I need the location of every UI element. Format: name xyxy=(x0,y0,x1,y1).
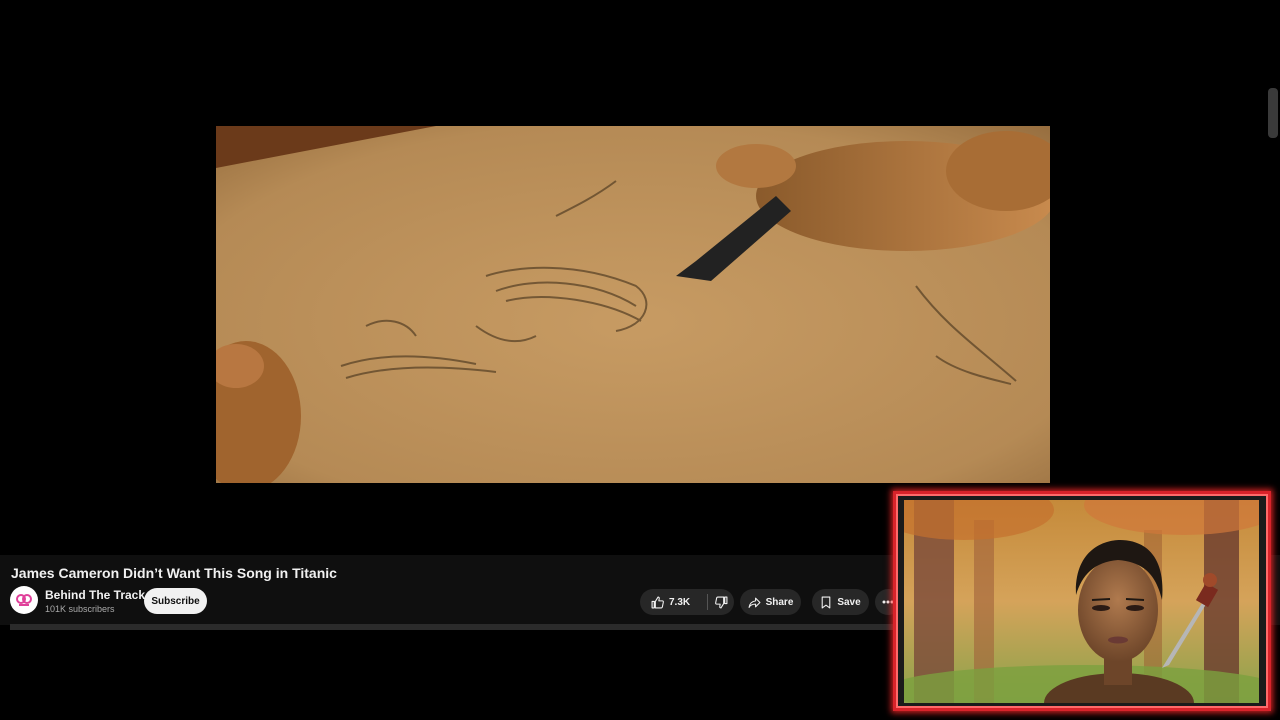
youtube-watch-page: James Cameron Didn’t Want This Song in T… xyxy=(0,0,1280,720)
like-button[interactable]: 7.3K xyxy=(640,589,701,615)
webcam-avatar-scene xyxy=(904,500,1259,703)
below-video-strip xyxy=(10,624,895,630)
channel-name[interactable]: Behind The Track xyxy=(45,588,145,602)
thumbs-up-icon xyxy=(651,596,664,609)
share-arrow-icon xyxy=(748,596,761,609)
share-button[interactable]: Share xyxy=(740,589,801,615)
thumbs-down-icon xyxy=(714,596,728,609)
save-button[interactable]: Save xyxy=(812,589,869,615)
share-label: Share xyxy=(765,596,794,608)
save-label: Save xyxy=(837,596,861,608)
channel-avatar[interactable] xyxy=(10,586,38,614)
video-player[interactable] xyxy=(216,126,1050,483)
subscriber-count: 101K subscribers xyxy=(45,604,115,614)
channel-logo-icon xyxy=(14,590,34,610)
streamer-webcam-overlay xyxy=(893,491,1271,711)
like-dislike-group: 7.3K xyxy=(640,589,734,615)
page-scrollbar[interactable] xyxy=(1268,88,1278,138)
video-title: James Cameron Didn’t Want This Song in T… xyxy=(11,565,337,581)
bookmark-icon xyxy=(820,596,832,609)
subscribe-button[interactable]: Subscribe xyxy=(144,588,207,614)
video-frame-drawing-scene xyxy=(216,126,1050,483)
like-count: 7.3K xyxy=(669,596,691,608)
dislike-button[interactable] xyxy=(708,589,734,615)
